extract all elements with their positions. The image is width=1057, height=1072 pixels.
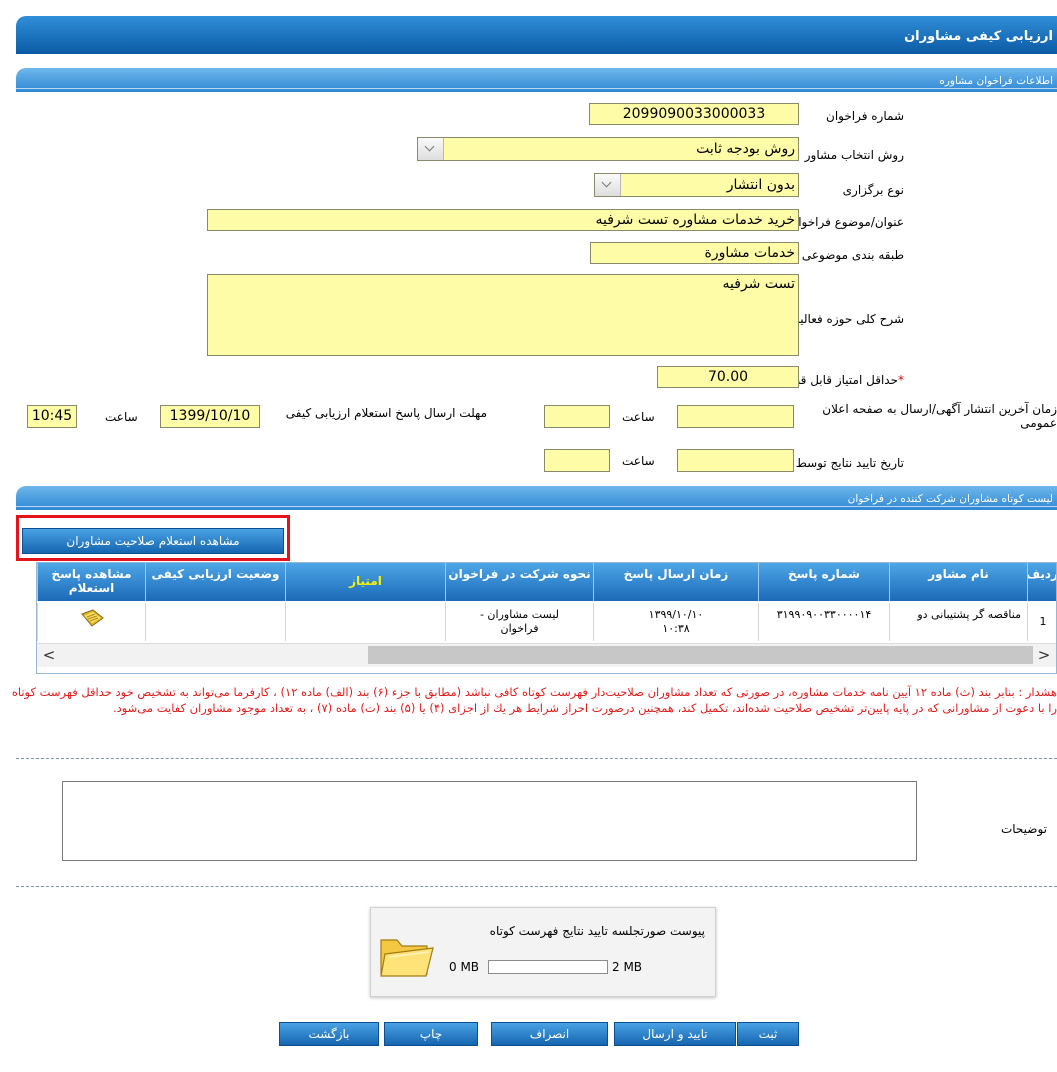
subject-field[interactable]: خرید خدمات مشاوره تست شرفیه [207,209,799,231]
response-deadline-label: مهلت ارسال پاسخ استعلام ارزیابی کیفی [285,406,487,420]
scroll-left-arrow[interactable]: < [39,646,59,664]
divider [16,758,1057,759]
approval-time-hour-label: ساعت [622,454,655,468]
submit-button[interactable]: ثبت [737,1022,799,1046]
grid-header-view[interactable]: مشاهده پاسخ استعلام [37,563,145,601]
grid-header-status[interactable]: وضعیت ارزیابی کیفی [145,563,285,601]
attachment-max-label: 2 MB [612,960,643,974]
attachment-min-label: 0 MB [449,960,480,974]
section-short-list: لیست کوتاه مشاوران شرکت کننده در فراخوان [16,486,1057,510]
view-qualification-button[interactable]: مشاهده استعلام صلاحیت مشاوران [22,528,284,554]
holding-type-label: نوع برگزاری [842,183,904,197]
view-response-icon[interactable] [79,608,105,630]
grid-header-participation[interactable]: نحوه شرکت در فراخوان [445,563,593,601]
category-field[interactable]: خدمات مشاورة [590,242,799,264]
scroll-track[interactable] [368,646,1033,664]
grid-cell-score [285,603,445,641]
selection-method-label: روش انتخاب مشاور [804,148,904,162]
call-number-field[interactable]: 2099090033000033 [589,103,799,125]
grid-header-score[interactable]: امتیاز [285,563,445,601]
scroll-right-arrow[interactable]: > [1034,646,1054,664]
grid-cell-name: مناقصه گر پشتیبانی دو [889,603,1027,641]
divider [16,886,1057,887]
selection-method-select[interactable]: روش بودجه ثابت [417,137,799,161]
approval-time-field[interactable] [544,449,610,472]
grid-cell-status [145,603,285,641]
publish-time-field[interactable] [544,405,610,428]
warning-text: هشدار : بنابر بند (ث) ماده ۱۲ آیین نامه … [11,685,1057,715]
consultants-grid: ردیف نام مشاور شماره پاسخ زمان ارسال پاس… [36,562,1057,674]
approval-date-field[interactable] [677,449,794,472]
grid-header-row[interactable]: ردیف [1027,563,1056,601]
holding-type-select[interactable]: بدون انتشار [594,173,799,197]
response-deadline-time-field[interactable]: 10:45 [27,405,77,428]
grid-cell-response-time: ۱۳۹۹/۱۰/۱۰ ۱۰:۳۸ [593,603,758,641]
attachment-title: پیوست صورتجلسه تایید نتایج فهرست کوتاه [489,924,705,938]
cancel-button[interactable]: انصراف [491,1022,608,1046]
confirm-send-button[interactable]: تایید و ارسال [614,1022,736,1046]
attachment-progress [488,960,608,974]
section-call-info: اطلاعات فراخوان مشاوره [16,68,1057,92]
grid-horizontal-scrollbar[interactable]: < > [37,643,1056,667]
response-deadline-date-field[interactable]: 1399/10/10 [160,405,260,428]
subject-label: عنوان/موضوع فراخوان [789,215,904,229]
grid-cell-view [37,603,145,641]
page-frame: ارزیابی کیفی مشاوران اطلاعات فراخوان مشا… [10,0,1057,1072]
min-score-field[interactable]: 70.00 [657,366,799,388]
publish-time-hour-label: ساعت [622,410,655,424]
section-short-list-title: لیست کوتاه مشاوران شرکت کننده در فراخوان [847,493,1053,505]
publish-date-field[interactable] [677,405,794,428]
description-textarea[interactable]: تست شرفیه [207,274,799,356]
publish-time-label: زمان آخرین انتشار آگهی/ارسال به صفحه اعل… [822,402,1057,430]
call-number-label: شماره فراخوان [826,109,904,123]
grid-cell-participation: لیست مشاوران - فراخوان [445,603,593,641]
notes-textarea[interactable] [62,781,917,861]
folder-icon[interactable] [377,930,435,980]
response-deadline-hour-label: ساعت [105,410,138,424]
section-call-info-title: اطلاعات فراخوان مشاوره [939,75,1053,87]
attachment-box: پیوست صورتجلسه تایید نتایج فهرست کوتاه 0… [370,907,716,997]
chevron-down-icon[interactable] [595,174,621,196]
category-label: طبقه بندی موضوعی [801,248,904,262]
print-button[interactable]: چاپ [384,1022,478,1046]
scroll-thumb[interactable] [60,646,368,664]
grid-header-response-number[interactable]: شماره پاسخ [758,563,889,601]
back-button[interactable]: بازگشت [279,1022,379,1046]
chevron-down-icon[interactable] [418,138,444,160]
grid-cell-response-number: ۳۱۹۹۰۹۰۰۳۳۰۰۰۰۱۴ [758,603,889,641]
description-label: شرح کلی حوزه فعالیت [788,312,905,326]
grid-header-response-time[interactable]: زمان ارسال پاسخ [593,563,758,601]
notes-label: توضیحات [1000,822,1047,836]
grid-header-name[interactable]: نام مشاور [889,563,1027,601]
required-mark: * [898,373,904,387]
grid-cell-row: 1 [1027,603,1056,641]
page-title: ارزیابی کیفی مشاوران [16,16,1057,54]
